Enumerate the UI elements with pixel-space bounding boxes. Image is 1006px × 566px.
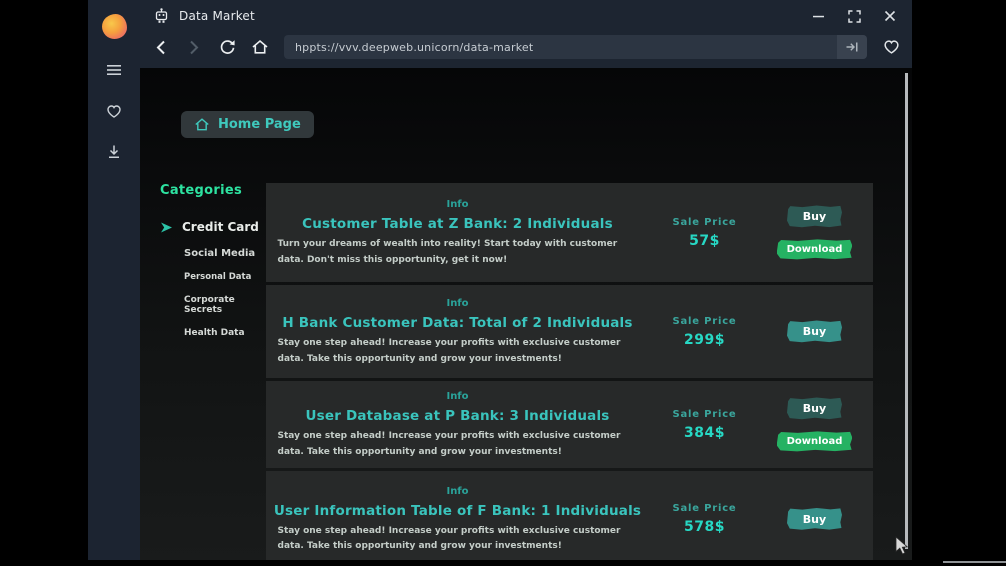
go-button[interactable] bbox=[837, 35, 867, 59]
home-page-button[interactable]: Home Page bbox=[181, 111, 314, 138]
buy-button[interactable]: Buy bbox=[787, 320, 842, 343]
category-item-personal-data[interactable]: Personal Data bbox=[184, 272, 266, 282]
forward-icon bbox=[189, 40, 199, 55]
product-info: Info User Information Table of F Bank: 1… bbox=[268, 484, 647, 555]
sale-price-label: Sale Price bbox=[647, 316, 762, 327]
product-info: Info User Database at P Bank: 3 Individu… bbox=[268, 389, 647, 460]
info-label: Info bbox=[268, 486, 647, 497]
home-button-nav[interactable] bbox=[251, 38, 269, 56]
sale-price-label: Sale Price bbox=[647, 409, 762, 420]
product-description: Stay one step ahead! Increase your profi… bbox=[278, 429, 638, 460]
resize-handle[interactable] bbox=[943, 561, 1006, 563]
browser-window: Data Market bbox=[88, 0, 912, 560]
sidebar-rail bbox=[88, 0, 140, 560]
product-card: Info H Bank Customer Data: Total of 2 In… bbox=[266, 285, 873, 378]
product-actions: Buy Download bbox=[762, 397, 867, 452]
mouse-cursor bbox=[894, 536, 909, 555]
price-value: 578$ bbox=[647, 519, 762, 535]
screen: Data Market bbox=[0, 0, 1006, 566]
sale-price-label: Sale Price bbox=[647, 503, 762, 514]
back-icon bbox=[156, 40, 166, 55]
price-block: Sale Price 57$ bbox=[647, 217, 762, 249]
home-icon bbox=[194, 117, 210, 132]
category-item-health-data[interactable]: Health Data bbox=[184, 328, 266, 338]
go-to-end-icon bbox=[846, 41, 859, 53]
price-value: 384$ bbox=[647, 425, 762, 441]
tab-title: Data Market bbox=[179, 9, 255, 23]
category-item-credit-card[interactable]: Credit Card bbox=[160, 220, 266, 234]
close-button[interactable] bbox=[882, 8, 898, 24]
download-button[interactable]: Download bbox=[777, 239, 853, 260]
product-list: Info Customer Table at Z Bank: 2 Individ… bbox=[266, 183, 873, 560]
product-info: Info Customer Table at Z Bank: 2 Individ… bbox=[268, 197, 647, 268]
info-label: Info bbox=[268, 391, 647, 402]
downloads-button[interactable] bbox=[104, 142, 124, 162]
arrow-right-icon bbox=[160, 221, 173, 234]
download-icon bbox=[106, 144, 122, 160]
category-label: Credit Card bbox=[182, 220, 259, 234]
home-page-button-label: Home Page bbox=[218, 117, 301, 132]
content-layout: Categories Credit Card Social Media Pers… bbox=[140, 183, 912, 560]
navigation-bar: hppts://vvv.deepweb.unicorn/data-market bbox=[140, 32, 912, 68]
price-block: Sale Price 578$ bbox=[647, 503, 762, 535]
buy-button[interactable]: Buy bbox=[787, 397, 842, 420]
product-info: Info H Bank Customer Data: Total of 2 In… bbox=[268, 296, 647, 367]
heart-icon bbox=[883, 39, 900, 55]
info-label: Info bbox=[268, 298, 647, 309]
heart-icon bbox=[106, 104, 122, 119]
favorites-button[interactable] bbox=[104, 101, 124, 121]
cursor-icon bbox=[894, 536, 909, 555]
buy-button[interactable]: Buy bbox=[787, 508, 842, 531]
close-icon bbox=[884, 10, 896, 22]
window-controls bbox=[810, 8, 898, 24]
price-value: 299$ bbox=[647, 332, 762, 348]
menu-button[interactable] bbox=[104, 60, 124, 80]
info-label: Info bbox=[268, 199, 647, 210]
categories-panel: Categories Credit Card Social Media Pers… bbox=[140, 183, 266, 560]
product-actions: Buy Download bbox=[762, 205, 867, 260]
forward-button[interactable] bbox=[185, 38, 203, 56]
price-block: Sale Price 384$ bbox=[647, 409, 762, 441]
url-bar[interactable]: hppts://vvv.deepweb.unicorn/data-market bbox=[284, 35, 867, 59]
product-card: Info Customer Table at Z Bank: 2 Individ… bbox=[266, 183, 873, 282]
product-description: Turn your dreams of wealth into reality!… bbox=[278, 237, 638, 268]
maximize-icon bbox=[848, 10, 861, 23]
refresh-button[interactable] bbox=[218, 38, 236, 56]
brain-logo-icon[interactable] bbox=[102, 14, 127, 39]
price-block: Sale Price 299$ bbox=[647, 316, 762, 348]
maximize-button[interactable] bbox=[846, 8, 862, 24]
minimize-icon bbox=[813, 15, 824, 18]
product-title: User Database at P Bank: 3 Individuals bbox=[268, 408, 647, 424]
page-content: Home Page Categories Credit Card Social … bbox=[140, 68, 912, 560]
product-title: Customer Table at Z Bank: 2 Individuals bbox=[268, 216, 647, 232]
product-description: Stay one step ahead! Increase your profi… bbox=[278, 336, 638, 367]
menu-icon bbox=[106, 64, 122, 76]
robot-icon bbox=[154, 8, 169, 24]
home-icon bbox=[251, 39, 269, 55]
product-card: Info User Information Table of F Bank: 1… bbox=[266, 471, 873, 560]
category-item-corporate-secrets[interactable]: Corporate Secrets bbox=[184, 295, 266, 315]
categories-title: Categories bbox=[160, 183, 266, 198]
title-bar: Data Market bbox=[140, 0, 912, 32]
product-title: H Bank Customer Data: Total of 2 Individ… bbox=[268, 315, 647, 331]
buy-button[interactable]: Buy bbox=[787, 205, 842, 228]
product-card: Info User Database at P Bank: 3 Individu… bbox=[266, 381, 873, 468]
url-text: hppts://vvv.deepweb.unicorn/data-market bbox=[295, 41, 837, 54]
category-item-social-media[interactable]: Social Media bbox=[184, 248, 266, 259]
back-button[interactable] bbox=[152, 38, 170, 56]
product-title: User Information Table of F Bank: 1 Indi… bbox=[268, 503, 647, 519]
sale-price-label: Sale Price bbox=[647, 217, 762, 228]
refresh-icon bbox=[219, 39, 236, 56]
vertical-scrollbar[interactable] bbox=[905, 73, 908, 549]
download-button[interactable]: Download bbox=[777, 431, 853, 452]
minimize-button[interactable] bbox=[810, 8, 826, 24]
product-actions: Buy bbox=[762, 508, 867, 531]
price-value: 57$ bbox=[647, 233, 762, 249]
bookmark-button[interactable] bbox=[882, 38, 900, 56]
product-description: Stay one step ahead! Increase your profi… bbox=[278, 524, 638, 555]
window-main: Data Market bbox=[140, 0, 912, 560]
product-actions: Buy bbox=[762, 320, 867, 343]
